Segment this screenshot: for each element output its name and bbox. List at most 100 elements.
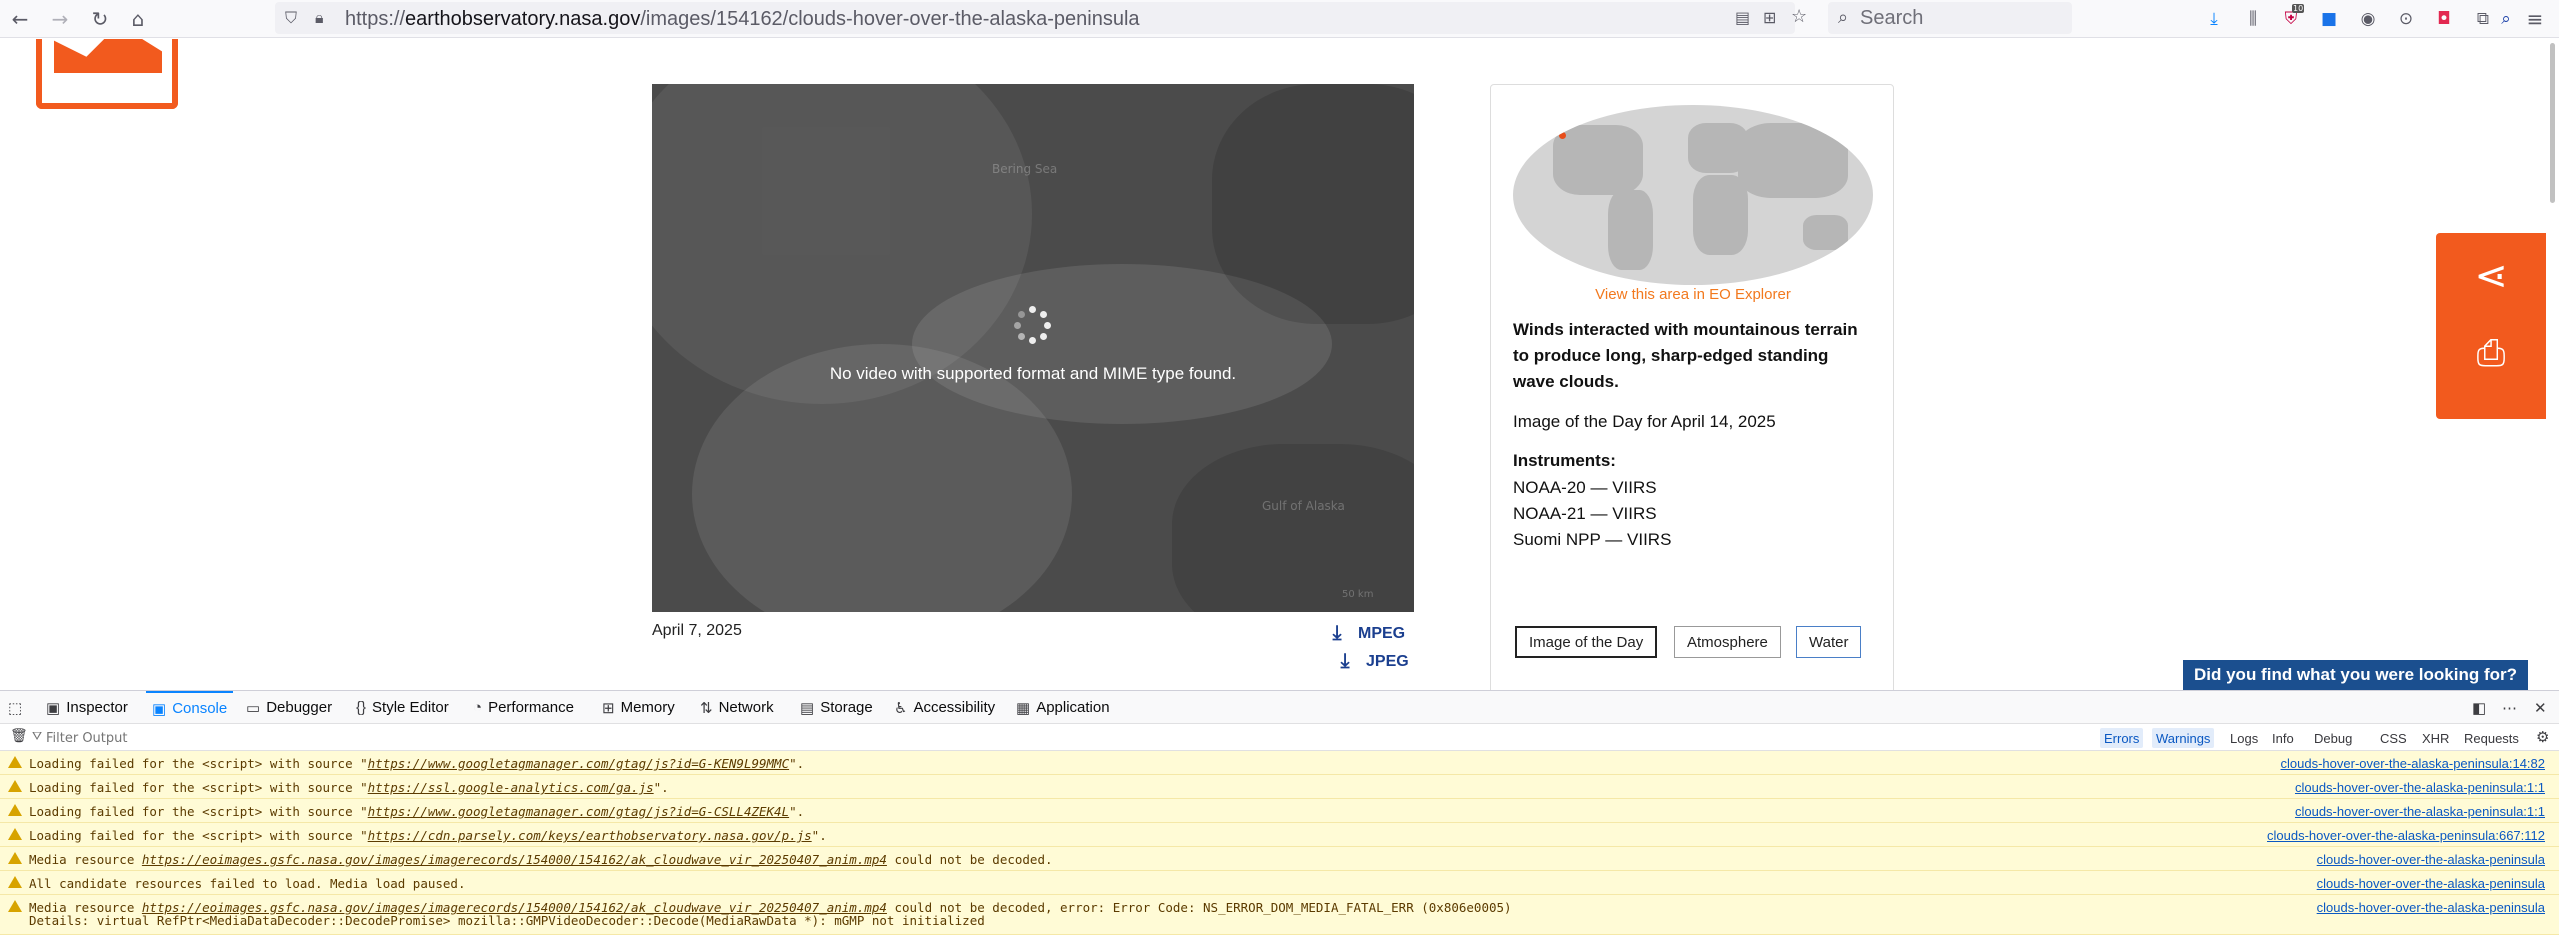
continent-shape: [1803, 215, 1848, 250]
extension-s-icon[interactable]: ■: [2316, 6, 2342, 32]
tab-memory[interactable]: ⊞ Memory: [602, 691, 675, 724]
tab-application[interactable]: ▦ Application: [1016, 691, 1110, 724]
tab-debugger[interactable]: ▭ Debugger: [246, 691, 332, 724]
filter-xhr[interactable]: XHR: [2418, 728, 2453, 748]
home-button[interactable]: ⌂: [124, 5, 152, 33]
devtools-tabbar: ⬚ ▣ Inspector ▣ Console ▭ Debugger {} Style …: [0, 691, 2559, 724]
trash-icon[interactable]: 🗑︎: [10, 728, 28, 744]
search-bar[interactable]: ⌕: [1828, 2, 2072, 34]
console-message: Media resource https://eoimages.gsfc.nas…: [0, 895, 2559, 935]
download-mpeg-link[interactable]: ⤓ MPEG: [1326, 622, 1406, 645]
container-icon[interactable]: ⊙: [2393, 6, 2419, 32]
pick-element-icon: ⬚: [8, 699, 23, 717]
loading-spinner-icon: [1014, 306, 1052, 344]
log-link[interactable]: https://eoimages.gsfc.nasa.gov/images/im…: [142, 852, 887, 867]
console-message: Loading failed for the <script> with sou…: [0, 751, 2559, 775]
download-icon: ⤓: [1340, 650, 1350, 672]
log-source-link[interactable]: clouds-hover-over-the-alaska-peninsula:6…: [2267, 828, 2545, 843]
url-text[interactable]: https://earthobservatory.nasa.gov/images…: [345, 8, 1140, 31]
reader-view-icon[interactable]: ▤: [1735, 8, 1750, 27]
tab-network[interactable]: ⇅ Network: [700, 691, 774, 724]
image-headline: Winds interacted with mountainous terrai…: [1513, 320, 1858, 391]
notification-badge: 10: [2292, 4, 2305, 13]
console-message: Loading failed for the <script> with sou…: [0, 799, 2559, 823]
eo-explorer-link[interactable]: View this area in EO Explorer: [1491, 286, 1895, 303]
filter-errors[interactable]: Errors: [2100, 728, 2144, 748]
video-player[interactable]: Bering Sea Gulf of Alaska 50 km No video…: [652, 84, 1414, 612]
site-logo[interactable]: [36, 39, 178, 109]
tag-water[interactable]: Water: [1796, 626, 1862, 658]
print-icon[interactable]: ⎙: [2436, 333, 2546, 375]
map-label: Bering Sea: [992, 162, 1058, 176]
scrollbar-thumb[interactable]: [2550, 43, 2555, 203]
close-devtools-button[interactable]: ✕: [2534, 691, 2547, 724]
filter-warnings[interactable]: Warnings: [2152, 728, 2215, 748]
share-icon[interactable]: ⋖: [2436, 253, 2546, 299]
url-host: earthobservatory.nasa.gov: [405, 8, 641, 30]
log-source-link[interactable]: clouds-hover-over-the-alaska-peninsula:1…: [2281, 756, 2545, 771]
console-message: Loading failed for the <script> with sou…: [0, 775, 2559, 799]
filter-logs[interactable]: Logs: [2226, 728, 2262, 748]
url-bar[interactable]: ⛉ 🔒︎ https://earthobservatory.nasa.gov/i…: [275, 2, 1807, 34]
tab-storage[interactable]: ▤ Storage: [800, 691, 873, 724]
log-source-link[interactable]: clouds-hover-over-the-alaska-peninsula: [2317, 900, 2545, 915]
tab-label: Style Editor: [372, 699, 449, 716]
tab-label: Storage: [820, 699, 873, 716]
instruments-heading: Instruments:: [1513, 451, 1616, 470]
tab-label: Application: [1036, 699, 1110, 716]
shield-icon[interactable]: ⛉: [285, 8, 297, 28]
devtools-menu-button[interactable]: ⋯: [2502, 691, 2517, 724]
log-source-link[interactable]: clouds-hover-over-the-alaska-peninsula:1…: [2295, 804, 2545, 819]
log-link[interactable]: https://ssl.google-analytics.com/ga.js: [368, 780, 654, 795]
log-source-link[interactable]: clouds-hover-over-the-alaska-peninsula:1…: [2295, 780, 2545, 795]
tab-inspector[interactable]: ▣ Inspector: [46, 691, 128, 724]
screenshot-icon[interactable]: ◘: [2431, 6, 2457, 32]
filter-requests[interactable]: Requests: [2460, 728, 2523, 748]
tag-image-of-the-day[interactable]: Image of the Day: [1515, 626, 1658, 658]
search-input[interactable]: [1860, 4, 2060, 32]
ublock-icon[interactable]: ⛨ 10: [2278, 4, 2305, 32]
download-jpeg-link[interactable]: ⤓ JPEG: [1334, 650, 1409, 673]
filter-icon: ⛛: [32, 729, 43, 743]
map-label: Gulf of Alaska: [1262, 499, 1345, 513]
pick-element-button[interactable]: ⬚: [8, 691, 22, 724]
search-icon: ⌕: [1838, 7, 1849, 28]
page-scrollbar[interactable]: [2546, 39, 2559, 690]
dock-button[interactable]: ◧: [2472, 691, 2486, 724]
downloads-icon[interactable]: ⤓: [2201, 6, 2227, 32]
filter-debug[interactable]: Debug: [2310, 728, 2356, 748]
console-settings-icon[interactable]: ⚙: [2536, 728, 2549, 746]
log-link[interactable]: https://www.googletagmanager.com/gtag/js…: [368, 804, 789, 819]
console-message: Loading failed for the <script> with sou…: [0, 823, 2559, 847]
tab-style-editor[interactable]: {} Style Editor: [356, 691, 449, 724]
translate-icon[interactable]: ⊞: [1763, 8, 1776, 27]
forward-button[interactable]: →: [46, 5, 74, 33]
account-icon[interactable]: ◉: [2355, 6, 2381, 32]
log-link[interactable]: https://www.googletagmanager.com/gtag/js…: [368, 756, 789, 771]
filter-info[interactable]: Info: [2268, 728, 2298, 748]
feedback-button[interactable]: Did you find what you were looking for?: [2183, 660, 2528, 690]
back-button[interactable]: ←: [6, 5, 34, 33]
image-info-panel: View this area in EO Explorer Winds inte…: [1490, 84, 1894, 690]
library-icon[interactable]: ⫼: [2240, 6, 2266, 32]
log-link[interactable]: https://cdn.parsely.com/keys/earthobserv…: [368, 828, 812, 843]
filter-output-input[interactable]: [46, 728, 446, 748]
log-source-link[interactable]: clouds-hover-over-the-alaska-peninsula: [2317, 876, 2545, 891]
search-extension-icon[interactable]: ⌕: [2493, 6, 2519, 32]
menu-icon[interactable]: ≡: [2522, 6, 2548, 32]
instrument-item: Suomi NPP — VIIRS: [1513, 530, 1672, 549]
world-map[interactable]: [1513, 105, 1873, 285]
storage-icon: ▤: [800, 699, 815, 717]
tab-performance[interactable]: ◔ Performance: [473, 691, 574, 724]
lock-icon[interactable]: 🔒︎: [315, 8, 324, 28]
video-error-message: No video with supported format and MIME …: [829, 364, 1237, 383]
tab-accessibility[interactable]: ♿︎ Accessibility: [894, 691, 995, 724]
reload-button[interactable]: ↻: [86, 5, 114, 33]
bookmark-star-icon[interactable]: ☆: [1791, 6, 1807, 27]
tab-console[interactable]: ▣ Console: [146, 691, 234, 724]
home-icon: ⌂: [131, 7, 145, 31]
log-source-link[interactable]: clouds-hover-over-the-alaska-peninsula: [2317, 852, 2545, 867]
filter-css[interactable]: CSS: [2376, 728, 2411, 748]
continent-shape: [1738, 123, 1848, 198]
tag-atmosphere[interactable]: Atmosphere: [1674, 626, 1781, 658]
